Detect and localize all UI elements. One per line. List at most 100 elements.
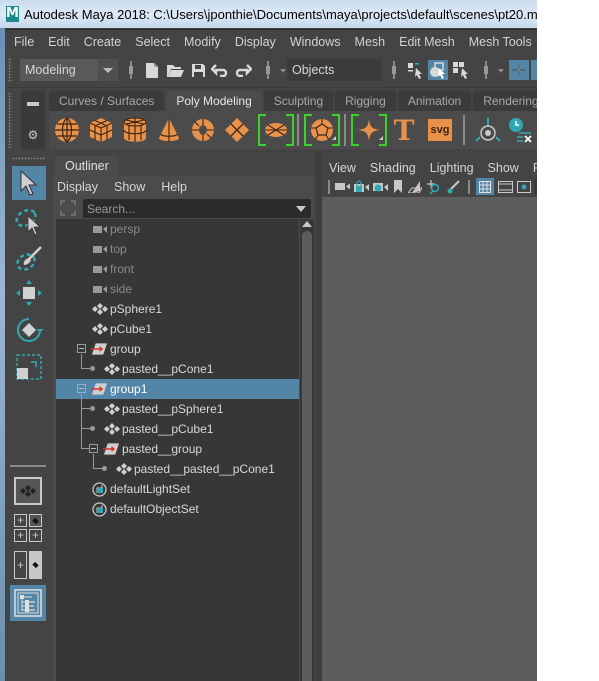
collapse-toggle-icon[interactable] [77,344,86,353]
outliner-item-persp[interactable]: persp [56,219,299,239]
menu-mesh-tools[interactable]: Mesh Tools [462,35,537,49]
search-options-dropdown-icon[interactable] [296,206,306,212]
outliner-search-input[interactable] [83,199,283,218]
poly-plane-icon[interactable] [222,115,252,145]
outliner-item-pasted-pcube1[interactable]: pasted__pCube1 [56,419,299,439]
select-by-component-type-icon[interactable] [451,60,471,80]
save-scene-icon[interactable] [188,60,208,80]
menu-select[interactable]: Select [128,35,177,49]
outliner-tab[interactable]: Outliner [55,156,119,176]
outliner-layout-button[interactable] [10,585,46,621]
menu-modify[interactable]: Modify [177,35,228,49]
menu-windows[interactable]: Windows [283,35,348,49]
poly-text-icon[interactable]: T [389,114,419,147]
super-shape-tool[interactable] [351,114,387,146]
collapse-arrow-icon[interactable] [280,69,286,73]
camera-based-selection-icon[interactable] [473,115,503,145]
move-tool[interactable] [12,276,46,310]
select-by-object-type-icon[interactable] [428,60,448,80]
lasso-tool[interactable] [12,204,46,238]
collapse-toggle-icon[interactable] [89,444,98,453]
outliner-scrollbar[interactable] [300,219,314,681]
toolbox-grip[interactable] [12,157,46,160]
shelf-tab-poly-modeling[interactable]: Poly Modeling [166,91,262,111]
shelf-tab-curves-surfaces[interactable]: Curves / Surfaces [49,91,165,111]
outliner-item-front[interactable]: front [56,259,299,279]
filter-selection-icon[interactable] [60,200,76,216]
new-scene-icon[interactable] [142,60,162,80]
poly-sphere-icon[interactable] [52,115,82,145]
outliner-item-defaultlightset[interactable]: defaultLightSet [56,479,299,499]
menu-display[interactable]: Display [228,35,283,49]
select-tool[interactable] [12,166,46,200]
menu-set-dropdown[interactable]: Modeling [20,59,118,81]
viewport-menu-renderer[interactable]: R [526,161,537,175]
selection-mode-dropdown[interactable]: Objects [287,59,381,81]
viewport-menu-shading[interactable]: Shading [363,161,423,175]
scrollbar-thumb[interactable] [302,231,312,681]
film-gate-icon[interactable] [498,181,513,193]
outliner-item-top[interactable]: top [56,239,299,259]
2d-pan-zoom-icon[interactable] [426,180,441,194]
outliner-item-pasted-pcone1[interactable]: pasted__pCone1 [56,359,299,379]
poly-cylinder-icon[interactable] [120,115,150,145]
grid-toggle[interactable] [476,178,494,195]
single-perspective-view-button[interactable] [14,477,42,505]
paint-select-tool[interactable] [12,242,46,276]
status-line-grip[interactable] [8,58,12,82]
select-by-hierarchy-icon[interactable] [405,60,425,80]
toolbar-separator[interactable] [266,61,270,79]
menu-edit[interactable]: Edit [41,35,77,49]
shelf-grip[interactable] [8,92,12,148]
snap-to-curve-icon[interactable] [531,60,537,80]
svg-icon[interactable]: svg [425,115,455,145]
toolbar-separator[interactable] [484,61,488,79]
viewport-menu-lighting[interactable]: Lighting [423,161,481,175]
menu-file[interactable]: File [5,35,41,49]
image-plane-icon[interactable] [408,180,422,193]
grease-pencil-icon[interactable] [446,180,460,194]
outliner-item-psphere1[interactable]: pSphere1 [56,299,299,319]
time-editor-icon[interactable] [505,115,535,145]
outliner-item-defaultobjectset[interactable]: defaultObjectSet [56,499,299,519]
poly-disc-tool[interactable] [258,114,294,146]
redo-icon[interactable] [233,60,253,80]
bookmarks-icon[interactable] [394,180,402,193]
shelf-tab-rigging[interactable]: Rigging [335,91,396,111]
menu-create[interactable]: Create [77,35,129,49]
menu-edit-mesh[interactable]: Edit Mesh [392,35,462,49]
persp-outliner-layout-button[interactable]: + [14,551,42,579]
resolution-gate-icon[interactable] [517,181,531,193]
outliner-menu-show[interactable]: Show [114,180,145,194]
viewport-menu-show[interactable]: Show [481,161,526,175]
collapse-toggle-icon[interactable] [77,384,86,393]
outliner-item-group[interactable]: group [56,339,299,359]
shelf-tab-animation[interactable]: Animation [397,91,472,111]
outliner-item-side[interactable]: side [56,279,299,299]
outliner-item-pasted-psphere1[interactable]: pasted__pSphere1 [56,399,299,419]
camera-attributes-icon[interactable] [373,180,388,193]
snap-to-grid-icon[interactable] [509,60,529,80]
panel-splitter[interactable] [315,152,322,681]
scale-tool[interactable] [12,350,46,384]
lock-camera-icon[interactable] [354,180,369,193]
rotate-tool[interactable] [12,313,46,347]
shelf-tab-sculpting[interactable]: Sculpting [263,91,334,111]
outliner-item-pasted-pasted-pcone1[interactable]: pasted__pasted__pCone1 [56,459,299,479]
outliner-item-pcube1[interactable]: pCube1 [56,319,299,339]
undo-icon[interactable] [210,60,230,80]
outliner-menu-help[interactable]: Help [161,180,187,194]
poly-cube-icon[interactable] [86,115,116,145]
four-view-button[interactable]: + + + [14,514,42,542]
poly-cone-icon[interactable] [154,115,184,145]
platonic-solid-tool[interactable] [304,114,340,146]
scroll-up-arrow-icon[interactable] [302,221,312,227]
select-camera-icon[interactable] [335,182,350,191]
toolbar-separator[interactable] [129,61,133,79]
outliner-item-group1[interactable]: group1 [56,379,299,399]
toolbar-separator[interactable] [392,61,396,79]
shelf-settings-gear-icon[interactable]: ⚙ [27,129,39,141]
menu-mesh[interactable]: Mesh [348,35,393,49]
viewport-3d-area[interactable] [322,197,537,681]
collapse-arrow-icon[interactable] [498,69,504,73]
